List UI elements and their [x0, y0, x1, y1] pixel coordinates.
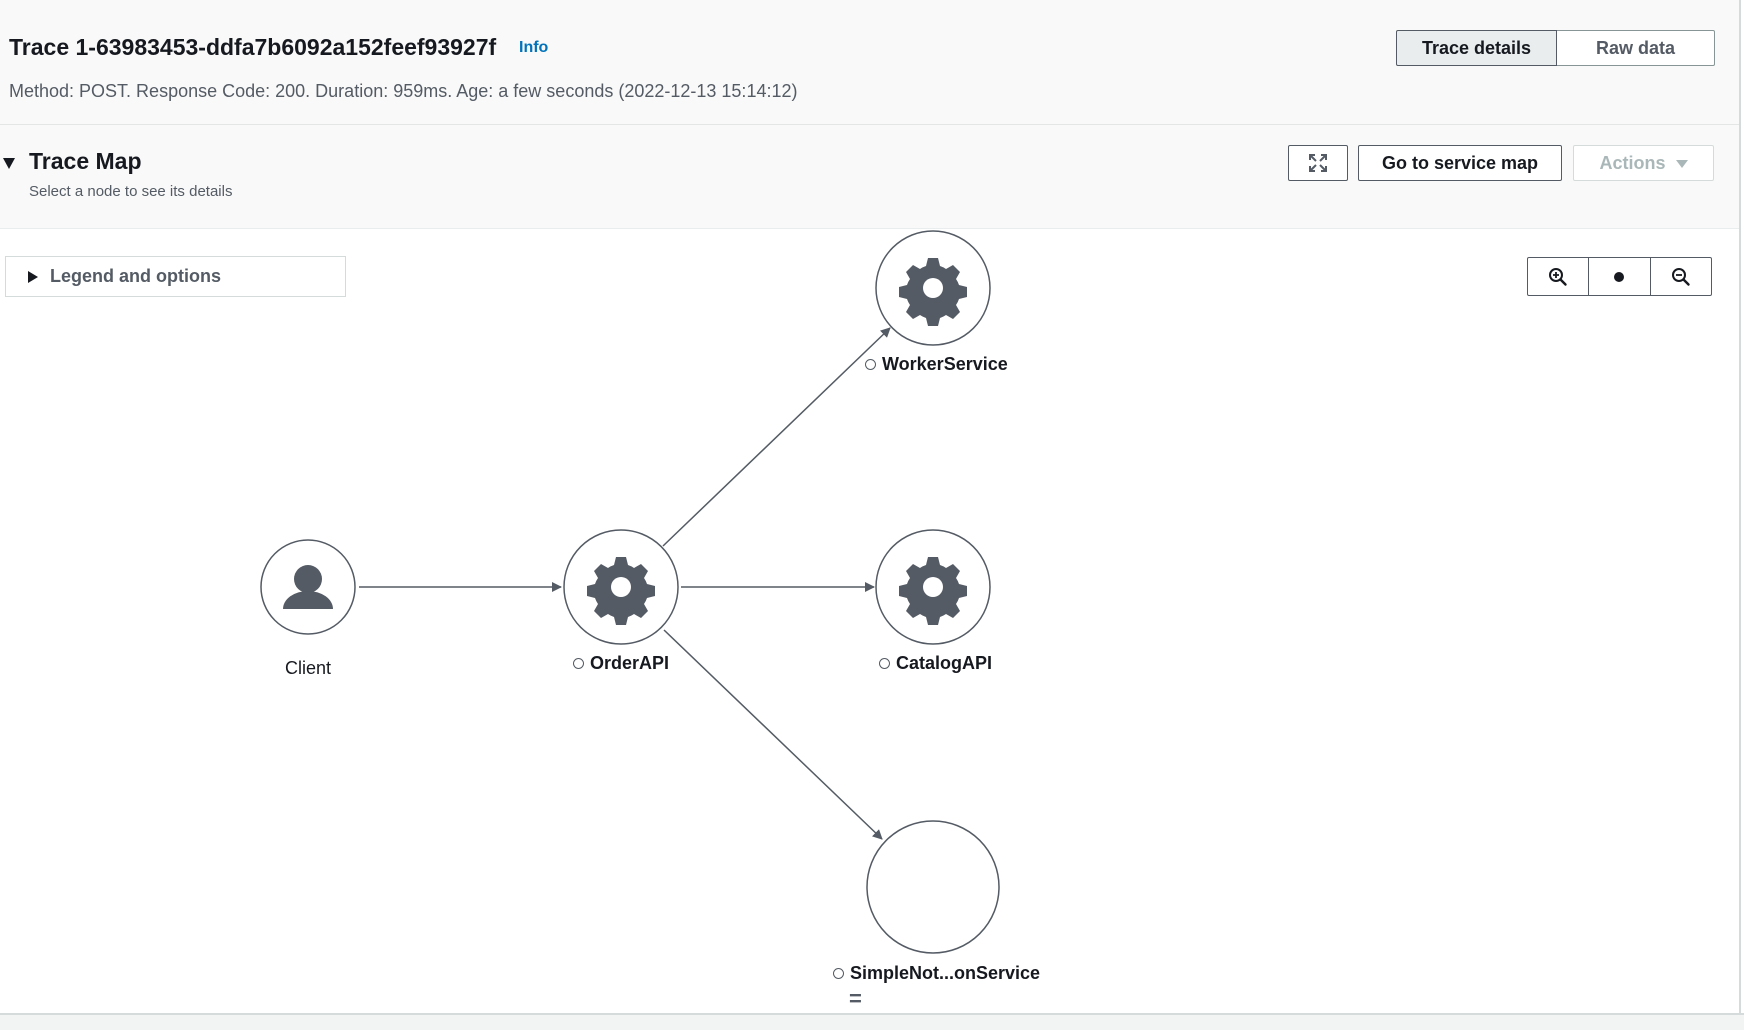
- node-label-catalogapi: CatalogAPI: [879, 653, 992, 674]
- node-catalogapi[interactable]: [875, 529, 991, 645]
- node-label-client: Client: [285, 658, 332, 678]
- node-label-workerservice: WorkerService: [865, 354, 1008, 375]
- node-name: SimpleNot...onService: [850, 963, 1041, 983]
- node-name: OrderAPI: [590, 653, 670, 673]
- trace-map-canvas: [260, 230, 1000, 954]
- node-label-orderapi: OrderAPI: [573, 653, 669, 674]
- edge-orderapi-workerservice: [662, 327, 891, 547]
- status-circle-icon: [833, 968, 844, 979]
- status-circle-icon: [879, 658, 890, 669]
- resize-handle[interactable]: =: [849, 988, 862, 1010]
- status-circle-icon: [573, 658, 584, 669]
- node-name: CatalogAPI: [896, 653, 993, 673]
- node-orderapi[interactable]: [563, 529, 679, 645]
- status-circle-icon: [865, 359, 876, 370]
- node-name: WorkerService: [882, 354, 1008, 374]
- node-simplenotification[interactable]: [866, 820, 1000, 954]
- bottom-panel-edge: [0, 1013, 1744, 1030]
- node-workerservice[interactable]: [875, 230, 991, 346]
- edge-orderapi-simplenotification: [663, 629, 883, 840]
- vertical-scrollbar[interactable]: [1739, 0, 1741, 1013]
- node-label-simplenotification: SimpleNot...onService: [833, 963, 1040, 984]
- node-client[interactable]: [260, 539, 356, 635]
